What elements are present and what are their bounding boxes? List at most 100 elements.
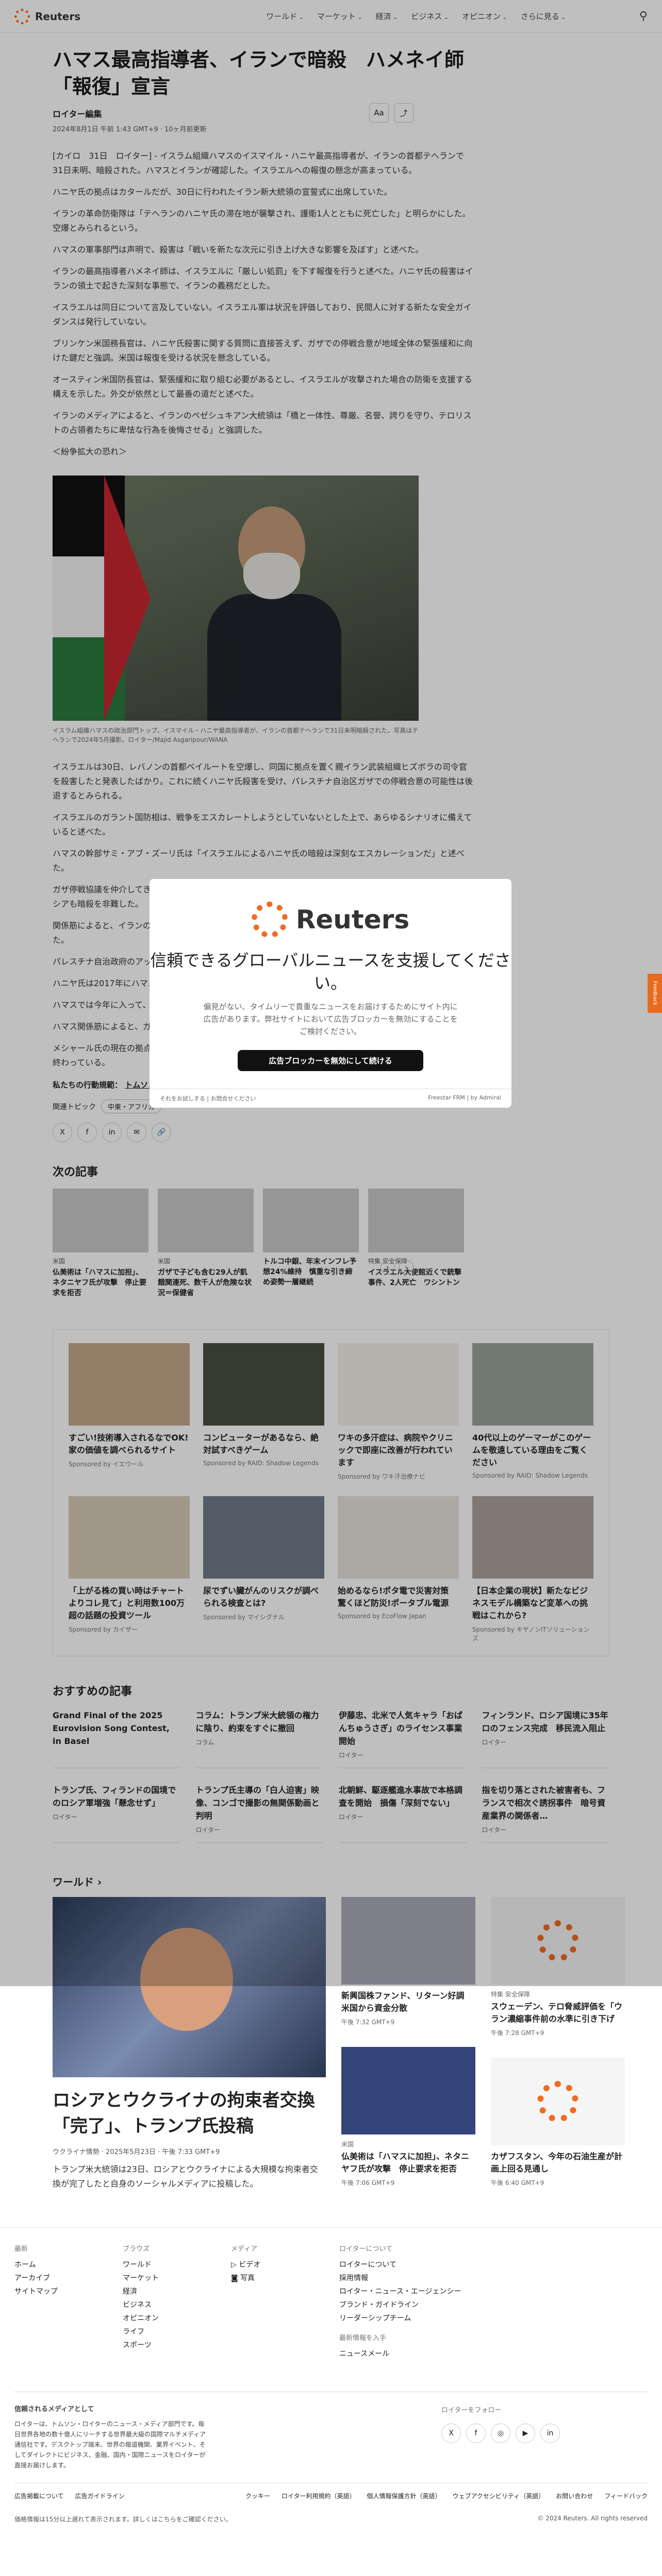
recommended-item[interactable]: コラム：トランプ米大統領の権力に陰り、約束をすぐに撤回 コラム: [195, 1709, 323, 1768]
linkedin-share-icon[interactable]: in: [102, 1123, 122, 1142]
link-share-icon[interactable]: 🔗: [152, 1123, 171, 1142]
footer-link[interactable]: アーカイブ: [14, 2272, 123, 2285]
legal-link[interactable]: ロイター利用規約（英語）: [282, 2492, 356, 2500]
nav-business[interactable]: ビジネス: [411, 11, 449, 22]
search-icon[interactable]: ⚲: [639, 10, 648, 23]
nav-economy[interactable]: 経済: [376, 11, 398, 22]
modal-headline: 信頼できるグローバルニュースを支援してください。: [150, 951, 511, 993]
sponsored-card[interactable]: 尿でずい臓がんのリスクが調べられる検査とは? Sponsored by マイシグナ…: [203, 1496, 324, 1642]
footer-link[interactable]: ホーム: [14, 2258, 123, 2272]
nav-opinion[interactable]: オピニオン: [462, 11, 507, 22]
text-size-button[interactable]: Aa: [369, 103, 389, 123]
disable-adblocker-button[interactable]: 広告ブロッカーを無効にして続ける: [238, 1050, 423, 1071]
recommended-headline: フィンランド、ロシア国境に35年ロのフェンス完成 移民流入阻止: [482, 1710, 608, 1733]
share-icon[interactable]: ⤴: [394, 103, 413, 123]
recommended-item[interactable]: トランプ氏、フィランドの国境でのロシア軍増強「懸念せず」 ロイター: [53, 1784, 180, 1843]
recommended-grid: Grand Final of the 2025 Eurovision Song …: [53, 1709, 609, 1843]
sponsored-card[interactable]: 始めるなら!ポタ電で災害対策 驚くほど防災!ポータブル電源 Sponsored b…: [338, 1496, 459, 1642]
side-story[interactable]: カザフスタン、今年の石油生産が計画上回る見通し 午後 6:40 GMT+9: [491, 2058, 625, 2187]
story-title: トルコ中銀、年末インフレ予想24%維持 慎重な引き締め姿勢一層継続: [263, 1258, 357, 1286]
article-body: [カイロ 31日 ロイター] - イスラム組織ハマスのイスマイル・ハニヤ最高指導…: [53, 149, 474, 459]
nav-markets[interactable]: マーケット: [317, 11, 362, 22]
next-story-card[interactable]: トルコ中銀、年末インフレ予想24%維持 慎重な引き締め姿勢一層継続: [263, 1189, 359, 1298]
sponsored-card[interactable]: 40代以上のゲーマーがこのゲームを敬遠している理由をご覧ください Sponsore…: [472, 1343, 593, 1481]
footer-link[interactable]: ロイター・ニュース・エージェンシー: [339, 2285, 545, 2298]
feedback-tab[interactable]: Feedback: [648, 974, 662, 1013]
sponsored-card[interactable]: 「上がる株の買い時はチャートよりコレ見て」と利用数100万超の話題の投資ツール S…: [69, 1496, 190, 1642]
footer-link[interactable]: ワールド: [123, 2258, 231, 2272]
footer-link[interactable]: ▷ ビデオ: [231, 2258, 339, 2272]
nav-more[interactable]: さらに見る: [521, 11, 566, 22]
side-story[interactable]: 新興国株ファンド、リターン好調 米国から資金分散 午後 7:32 GMT+9: [341, 1897, 475, 2026]
story-title: ガザで子ども含む29人が飢餓関連死、数千人が危険な状況＝保健省: [158, 1268, 252, 1297]
newsletter-link[interactable]: ニュースメール: [339, 2347, 545, 2361]
recommended-item[interactable]: Grand Final of the 2025 Eurovision Song …: [53, 1709, 180, 1768]
legal-link[interactable]: 広告掲載について: [14, 2492, 64, 2500]
email-share-icon[interactable]: ✉: [127, 1123, 146, 1142]
legal-link[interactable]: 広告ガイドライン: [75, 2492, 125, 2500]
recommended-item[interactable]: フィンランド、ロシア国境に35年ロのフェンス完成 移民流入阻止 ロイター: [482, 1709, 609, 1768]
chevron-right-icon[interactable]: ›: [399, 1260, 413, 1275]
legal-link[interactable]: ウェブアクセシビリティ（英語）: [453, 2492, 545, 2500]
ad-sponsor: Sponsored by RAID: Shadow Legends: [472, 1472, 588, 1479]
footer-link[interactable]: 経済: [123, 2285, 231, 2298]
topics-label: 関連トピック: [53, 1103, 96, 1111]
footer-about-title: 信頼されるメディアとして: [14, 2405, 94, 2413]
side-story[interactable]: 米国 仏美術は「ハマスに加担」、ネタニヤフ氏が攻撃 停止要求を拒否 午後 7:0…: [341, 2047, 475, 2187]
side-story-image: [491, 1897, 625, 1985]
modal-footer: それをお試しする | お問合せください Freestar FRM | by Ad…: [150, 1089, 511, 1108]
world-section-title[interactable]: ワールド ›: [53, 1874, 609, 1889]
footer-heading: ブラウズ: [123, 2245, 150, 2253]
ad-sponsor: Sponsored by RAID: Shadow Legends: [203, 1460, 319, 1467]
facebook-share-icon[interactable]: f: [77, 1123, 97, 1142]
instagram-icon[interactable]: ◎: [491, 2424, 510, 2443]
footer-link[interactable]: ブランド・ガイドライン: [339, 2298, 545, 2312]
sponsored-card[interactable]: コンピューターがあるなら、絶対試すべきゲーム Sponsored by RAID:…: [203, 1343, 324, 1481]
ad-title: すごい!技術導入されるなでOK!家の価値を調べられるサイト: [69, 1433, 189, 1455]
linkedin-icon[interactable]: in: [540, 2424, 560, 2443]
sponsored-card[interactable]: 【日本企業の現状】新たなビジネスモデル構築など変革への挑戦はこれから? Spons…: [472, 1496, 593, 1642]
footer-link[interactable]: ライフ: [123, 2325, 231, 2338]
footer-link[interactable]: サイトマップ: [14, 2285, 123, 2298]
next-story-card[interactable]: 米国 ガザで子ども含む29人が飢餓関連死、数千人が危険な状況＝保健省: [158, 1189, 254, 1298]
reuters-logo[interactable]: Reuters: [14, 8, 80, 24]
sponsored-card[interactable]: すごい!技術導入されるなでOK!家の価値を調べられるサイト Sponsored b…: [69, 1343, 190, 1481]
recommended-item[interactable]: 北朝鮮、駆逐艦進水事故で本格調査を開始 損傷「深刻でない」 ロイター: [339, 1784, 467, 1843]
footer-link[interactable]: ◙ 写真: [231, 2272, 339, 2285]
legal-link[interactable]: お問い合わせ: [556, 2492, 593, 2500]
footer-link[interactable]: 採用情報: [339, 2272, 545, 2285]
facebook-icon[interactable]: f: [466, 2424, 486, 2443]
footer-link[interactable]: リーダーシップチーム: [339, 2312, 545, 2325]
modal-footer-links[interactable]: それをお試しする | お問合せください: [160, 1094, 256, 1103]
carousel-controls: ‹ ›: [380, 1260, 413, 1275]
story-title: 仏美術は「ハマスに加担」、ネタニヤフ氏が攻撃 停止要求を拒否: [53, 1268, 146, 1297]
chevron-left-icon[interactable]: ‹: [380, 1260, 395, 1275]
legal-link[interactable]: クッキー: [245, 2492, 270, 2500]
lead-story[interactable]: ロシアとウクライナの拘束者交換「完了」、トランプ氏投稿 ウクライナ情勢 · 20…: [53, 1897, 326, 2191]
palestinian-flag: [53, 476, 151, 721]
sponsored-card[interactable]: ワキの多汗症は、病院やクリニックで即座に改善が行われています Sponsored …: [338, 1343, 459, 1481]
x-share-icon[interactable]: X: [53, 1123, 72, 1142]
next-story-card[interactable]: 特集 安全保障 イスラエル大使館近くで銃撃事件、2人死亡 ワシントン: [368, 1189, 464, 1298]
side-story-headline: 仏美術は「ハマスに加担」、ネタニヤフ氏が攻撃 停止要求を拒否: [341, 2151, 470, 2174]
lead-story-summary: トランプ米大統領は23日、ロシアとウクライナによる大規模な拘束者交換が完了したと…: [53, 2164, 318, 2189]
youtube-icon[interactable]: ▶: [516, 2424, 535, 2443]
article-photo[interactable]: [53, 476, 419, 721]
side-story[interactable]: 特集 安全保障 スウェーデン、テロ脅威評価を「ウラン濃縮事件前の水準に引き下げ …: [491, 1897, 625, 2037]
footer-link[interactable]: ロイターについて: [339, 2258, 545, 2272]
footer-link[interactable]: オピニオン: [123, 2312, 231, 2325]
story-category: 米国: [158, 1258, 171, 1265]
legal-link[interactable]: フィードバック: [604, 2492, 648, 2500]
footer-link[interactable]: スポーツ: [123, 2338, 231, 2352]
recommended-item[interactable]: トランプ氏主導の「白人迫害」映像、コンゴで撮影の無関係動画と判明 ロイター: [195, 1784, 323, 1843]
recommended-source: ロイター: [482, 1826, 507, 1834]
legal-link[interactable]: 個人情報保護方針（英語）: [367, 2492, 441, 2500]
next-story-card[interactable]: 米国 仏美術は「ハマスに加担」、ネタニヤフ氏が攻撃 停止要求を拒否: [53, 1189, 148, 1298]
nav-world[interactable]: ワールド: [266, 11, 304, 22]
recommended-item[interactable]: 伊藤忠、北米で人気キャラ「おぱんちゅうさぎ」のライセンス事業開始 ロイター: [339, 1709, 467, 1768]
recommended-item[interactable]: 指を切り落とされた被害者も、フランスで相次ぐ誘拐事件 暗号資産業界の関係者… ロイ…: [482, 1784, 609, 1843]
footer-link[interactable]: ビジネス: [123, 2298, 231, 2312]
x-icon[interactable]: X: [441, 2424, 461, 2443]
recommended-headline: コラム：トランプ米大統領の権力に陰り、約束をすぐに撤回: [195, 1710, 319, 1733]
footer-link[interactable]: マーケット: [123, 2272, 231, 2285]
